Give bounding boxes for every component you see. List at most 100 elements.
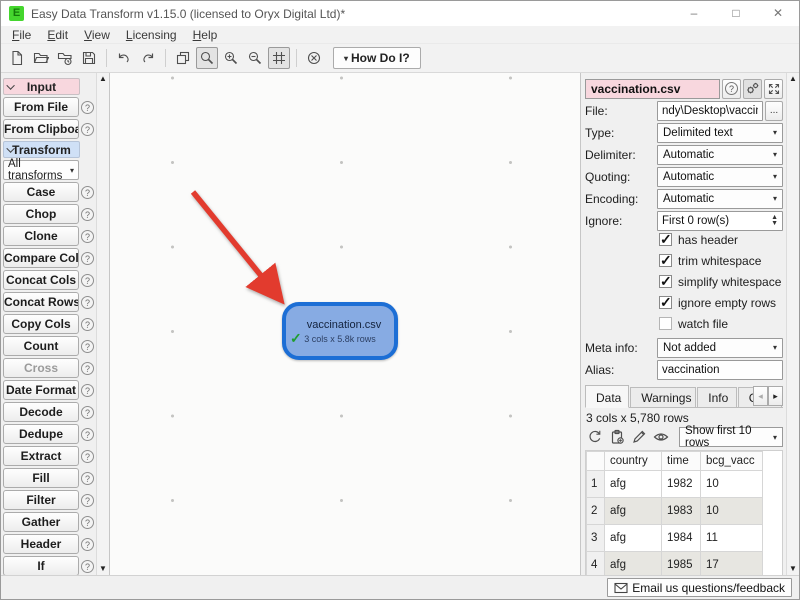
open-recent-icon[interactable] — [54, 47, 76, 69]
table-row[interactable]: 3 afg 1984 11 — [587, 525, 763, 552]
inspector-scrollbar[interactable]: ▲ ▼ — [786, 73, 799, 575]
menu-file[interactable]: File — [4, 28, 39, 42]
help-icon[interactable]: ? — [81, 230, 94, 243]
column-header[interactable]: time — [662, 452, 701, 471]
alias-input[interactable] — [657, 360, 783, 380]
column-header[interactable]: country — [605, 452, 662, 471]
sidebar-scrollbar[interactable]: ▲ ▼ — [96, 73, 109, 575]
spin-down-icon[interactable]: ▼ — [771, 221, 778, 227]
maximize-button[interactable]: □ — [715, 1, 757, 26]
expand-icon[interactable] — [764, 79, 783, 99]
simplify-whitespace-checkbox[interactable]: simplify whitespace — [659, 274, 783, 289]
transform-date-format-button[interactable]: Date Format — [3, 380, 79, 400]
tab-scroll-right-icon[interactable]: ▸ — [768, 386, 783, 406]
from-file-button[interactable]: From File — [3, 97, 79, 117]
ignore-rows-spinner[interactable]: First 0 row(s)▲▼ — [657, 211, 783, 231]
scroll-up-icon[interactable]: ▲ — [789, 73, 797, 85]
transform-filter-button[interactable]: Filter — [3, 490, 79, 510]
redo-icon[interactable] — [137, 47, 159, 69]
close-button[interactable]: ✕ — [757, 1, 799, 26]
menu-view[interactable]: View — [76, 28, 118, 42]
zoom-in-icon[interactable] — [220, 47, 242, 69]
cancel-icon[interactable] — [303, 47, 325, 69]
help-icon[interactable]: ? — [81, 472, 94, 485]
help-icon[interactable]: ? — [81, 384, 94, 397]
transform-count-button[interactable]: Count — [3, 336, 79, 356]
help-icon[interactable]: ? — [81, 494, 94, 507]
help-icon[interactable]: ? — [81, 362, 94, 375]
tab-data[interactable]: Data — [585, 385, 629, 408]
delimiter-dropdown[interactable]: Automatic▾ — [657, 145, 783, 165]
has-header-checkbox[interactable]: has header — [659, 232, 783, 247]
tab-scroll-left-icon[interactable]: ◂ — [753, 386, 768, 406]
transform-decode-button[interactable]: Decode — [3, 402, 79, 422]
node-vaccination-csv[interactable]: ✓ vaccination.csv 3 cols x 5.8k rows — [282, 302, 398, 360]
tab-warnings[interactable]: Warnings — [630, 387, 696, 407]
menu-licensing[interactable]: Licensing — [118, 28, 185, 42]
table-row[interactable]: 2 afg 1983 10 — [587, 498, 763, 525]
open-file-icon[interactable] — [30, 47, 52, 69]
help-icon[interactable]: ? — [81, 208, 94, 221]
column-header[interactable]: bcg_vacc — [701, 452, 763, 471]
zoom-out-icon[interactable] — [244, 47, 266, 69]
help-icon[interactable]: ? — [81, 274, 94, 287]
help-icon[interactable]: ? — [81, 252, 94, 265]
transform-fill-button[interactable]: Fill — [3, 468, 79, 488]
help-icon[interactable]: ? — [81, 560, 94, 573]
help-icon[interactable]: ? — [81, 516, 94, 529]
item-name-field[interactable]: vaccination.csv — [585, 79, 720, 99]
how-do-i-button[interactable]: ▾How Do I? — [333, 47, 421, 69]
file-path-input[interactable] — [657, 101, 763, 121]
encoding-dropdown[interactable]: Automatic▾ — [657, 189, 783, 209]
table-row[interactable]: 4 afg 1985 17 — [587, 552, 763, 576]
transform-section-header[interactable]: Transform — [3, 141, 80, 158]
transform-gather-button[interactable]: Gather — [3, 512, 79, 532]
table-row[interactable]: 1 afg 1982 10 — [587, 471, 763, 498]
help-icon[interactable]: ? — [81, 186, 94, 199]
scroll-down-icon[interactable]: ▼ — [789, 563, 797, 575]
help-icon[interactable]: ? — [81, 428, 94, 441]
scroll-up-icon[interactable]: ▲ — [99, 73, 107, 85]
new-file-icon[interactable] — [6, 47, 28, 69]
from-clipboard-button[interactable]: From Clipboard — [3, 119, 79, 139]
pan-zoom-icon[interactable] — [196, 47, 218, 69]
canvas[interactable]: ✓ vaccination.csv 3 cols x 5.8k rows — [110, 73, 581, 575]
transform-filter-dropdown[interactable]: All transforms▾ — [3, 160, 79, 180]
help-icon[interactable]: ? — [81, 406, 94, 419]
transform-case-button[interactable]: Case — [3, 182, 79, 202]
copy-clipboard-icon[interactable] — [607, 427, 627, 447]
preview-eye-icon[interactable] — [651, 427, 671, 447]
help-icon[interactable]: ? — [81, 340, 94, 353]
trim-whitespace-checkbox[interactable]: trim whitespace — [659, 253, 783, 268]
minimize-button[interactable]: – — [673, 1, 715, 26]
help-icon[interactable]: ? — [722, 79, 741, 99]
save-icon[interactable] — [78, 47, 100, 69]
settings-gear-icon[interactable] — [743, 79, 762, 99]
menu-help[interactable]: Help — [185, 28, 226, 42]
transform-header-button[interactable]: Header — [3, 534, 79, 554]
browse-button[interactable]: ... — [765, 101, 783, 121]
type-dropdown[interactable]: Delimited text▾ — [657, 123, 783, 143]
undo-icon[interactable] — [113, 47, 135, 69]
menu-edit[interactable]: Edit — [39, 28, 76, 42]
transform-compare-cols-button[interactable]: Compare Cols — [3, 248, 79, 268]
transform-concat-rows-button[interactable]: Concat Rows — [3, 292, 79, 312]
transform-clone-button[interactable]: Clone — [3, 226, 79, 246]
transform-chop-button[interactable]: Chop — [3, 204, 79, 224]
scroll-down-icon[interactable]: ▼ — [99, 563, 107, 575]
help-icon[interactable]: ? — [81, 101, 94, 114]
quoting-dropdown[interactable]: Automatic▾ — [657, 167, 783, 187]
help-icon[interactable]: ? — [81, 123, 94, 136]
help-icon[interactable]: ? — [81, 538, 94, 551]
ignore-empty-rows-checkbox[interactable]: ignore empty rows — [659, 295, 783, 310]
meta-info-dropdown[interactable]: Not added▾ — [657, 338, 783, 358]
tab-info[interactable]: Info — [697, 387, 737, 407]
help-icon[interactable]: ? — [81, 318, 94, 331]
transform-dedupe-button[interactable]: Dedupe — [3, 424, 79, 444]
show-rows-dropdown[interactable]: Show first 10 rows▾ — [679, 427, 783, 447]
refresh-icon[interactable] — [585, 427, 605, 447]
duplicate-icon[interactable] — [172, 47, 194, 69]
transform-concat-cols-button[interactable]: Concat Cols — [3, 270, 79, 290]
transform-if-button[interactable]: If — [3, 556, 79, 575]
email-feedback-button[interactable]: Email us questions/feedback — [607, 578, 792, 597]
